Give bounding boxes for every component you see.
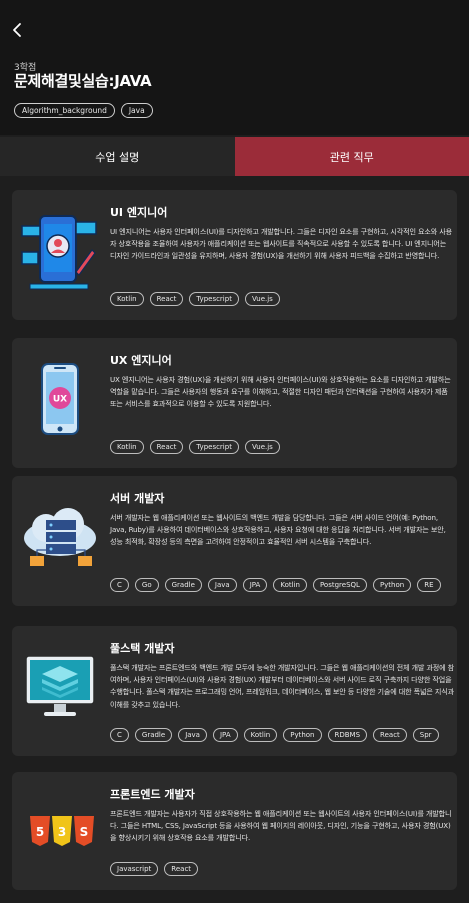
page-title: 문제해결및실습:JAVA bbox=[14, 72, 152, 90]
skill-chips: Kotlin React Typescript Vue.js bbox=[110, 440, 280, 454]
job-info: 서버 개발자 서버 개발자는 웹 애플리케이션 또는 웹사이트의 백엔드 개발을… bbox=[110, 490, 454, 549]
chevron-left-icon bbox=[13, 23, 21, 37]
app-root: 3학점 문제해결및실습:JAVA Algorithm_background Ja… bbox=[0, 0, 469, 903]
skill-chip[interactable]: Typescript bbox=[189, 440, 239, 454]
skill-chip[interactable]: Kotlin bbox=[273, 578, 307, 592]
skill-chip[interactable]: Java bbox=[178, 728, 207, 742]
job-info: 풀스택 개발자 풀스택 개발자는 프론트엔드와 백엔드 개발 모두에 능숙한 개… bbox=[110, 640, 454, 711]
job-title: UI 엔지니어 bbox=[110, 206, 168, 219]
skill-chip[interactable]: Gradle bbox=[164, 578, 202, 592]
fullstack-monitor-illustration bbox=[12, 626, 107, 756]
job-title: UX 엔지니어 bbox=[110, 354, 172, 367]
skill-chip[interactable]: JPA bbox=[242, 578, 268, 592]
skill-chip[interactable]: React bbox=[164, 862, 199, 876]
skill-chip[interactable]: Kotlin bbox=[243, 728, 278, 742]
skill-chips: C Gradle Java JPA Kotlin Python RDBMS Re… bbox=[110, 728, 439, 742]
ui-design-illustration bbox=[12, 190, 107, 320]
skill-chip[interactable]: React bbox=[149, 440, 184, 454]
job-card-ui-engineer[interactable]: UI 엔지니어 UI 엔지니어는 사용자 인터페이스(UI)를 디자인하고 개발… bbox=[12, 190, 457, 320]
job-description: 프론트엔드 개발자는 사용자가 직접 상호작용하는 웹 애플리케이션 또는 웹사… bbox=[110, 809, 452, 843]
skill-chip[interactable]: Python bbox=[283, 728, 322, 742]
svg-text:5: 5 bbox=[36, 825, 44, 839]
job-info: UX 엔지니어 UX 엔지니어는 사용자 경험(UX)을 개선하기 위해 사용자… bbox=[110, 352, 454, 411]
skill-chip[interactable]: PostgreSQL bbox=[312, 578, 367, 592]
tab-course-description[interactable]: 수업 설명 bbox=[0, 137, 235, 176]
course-header: 3학점 문제해결및실습:JAVA Algorithm_background Ja… bbox=[0, 0, 469, 135]
job-info: 프론트엔드 개발자 프론트엔드 개발자는 사용자가 직접 상호작용하는 웹 애플… bbox=[110, 786, 454, 845]
tab-bar: 수업 설명 관련 직무 bbox=[0, 137, 469, 176]
skill-chip[interactable]: JPA bbox=[212, 728, 238, 742]
skill-chip[interactable]: RDBMS bbox=[327, 728, 368, 742]
skill-chip[interactable]: Vue.js bbox=[244, 292, 280, 306]
job-description: UI 엔지니어는 사용자 인터페이스(UI)를 디자인하고 개발합니다. 그들은… bbox=[110, 227, 452, 261]
server-cloud-illustration bbox=[12, 476, 107, 606]
skill-chip[interactable]: Vue.js bbox=[244, 440, 280, 454]
skill-chip[interactable]: C bbox=[110, 728, 129, 742]
skill-chip[interactable]: Python bbox=[372, 578, 412, 592]
job-card-fullstack-developer[interactable]: 풀스택 개발자 풀스택 개발자는 프론트엔드와 백엔드 개발 모두에 능숙한 개… bbox=[12, 626, 457, 756]
job-card-server-developer[interactable]: 서버 개발자 서버 개발자는 웹 애플리케이션 또는 웹사이트의 백엔드 개발을… bbox=[12, 476, 457, 606]
job-card-ux-engineer[interactable]: UX UX 엔지니어 UX 엔지니어는 사용자 경험(UX)을 개선하기 위해 … bbox=[12, 338, 457, 468]
svg-text:S: S bbox=[80, 825, 89, 839]
svg-text:UX: UX bbox=[53, 395, 67, 405]
skill-chip[interactable]: RE bbox=[417, 578, 441, 592]
skill-chip[interactable]: Spr bbox=[412, 728, 439, 742]
html-css-js-icons: 5 3 S bbox=[12, 772, 107, 890]
skill-chip[interactable]: React bbox=[149, 292, 184, 306]
job-card-frontend-developer[interactable]: 5 3 S 프론트엔드 개발자 프론트엔드 개발자는 사용자가 직접 상호작용하… bbox=[12, 772, 457, 890]
ux-phone-illustration: UX bbox=[12, 338, 107, 468]
tab-related-jobs[interactable]: 관련 직무 bbox=[234, 137, 469, 176]
skill-chip[interactable]: Gradle bbox=[134, 728, 173, 742]
job-title: 프론트엔드 개발자 bbox=[110, 788, 195, 801]
skill-chip[interactable]: Kotlin bbox=[110, 440, 144, 454]
skill-chips: C Go Gradle Java JPA Kotlin PostgreSQL P… bbox=[110, 578, 441, 592]
skill-chip[interactable]: Go bbox=[134, 578, 159, 592]
skill-chip[interactable]: Java bbox=[207, 578, 237, 592]
skill-chip[interactable]: Kotlin bbox=[110, 292, 144, 306]
back-button[interactable] bbox=[8, 20, 28, 40]
skill-chip[interactable]: React bbox=[373, 728, 407, 742]
job-description: 풀스택 개발자는 프론트엔드와 백엔드 개발 모두에 능숙한 개발자입니다. 그… bbox=[110, 663, 455, 709]
skill-chip[interactable]: C bbox=[110, 578, 129, 592]
job-description: 서버 개발자는 웹 애플리케이션 또는 웹사이트의 백엔드 개발을 담당합니다.… bbox=[110, 513, 446, 547]
skill-chip[interactable]: Typescript bbox=[189, 292, 239, 306]
svg-text:3: 3 bbox=[58, 825, 66, 839]
job-title: 서버 개발자 bbox=[110, 492, 165, 505]
tag-chip[interactable]: Algorithm_background bbox=[14, 103, 115, 118]
skill-chip[interactable]: Javascript bbox=[110, 862, 159, 876]
skill-chips: Kotlin React Typescript Vue.js bbox=[110, 292, 280, 306]
job-title: 풀스택 개발자 bbox=[110, 642, 175, 655]
skill-chips: Javascript React bbox=[110, 862, 199, 876]
course-tags: Algorithm_background Java bbox=[14, 103, 153, 118]
tag-chip[interactable]: Java bbox=[120, 103, 153, 118]
job-info: UI 엔지니어 UI 엔지니어는 사용자 인터페이스(UI)를 디자인하고 개발… bbox=[110, 204, 454, 263]
job-description: UX 엔지니어는 사용자 경험(UX)을 개선하기 위해 사용자 인터페이스(U… bbox=[110, 375, 451, 409]
